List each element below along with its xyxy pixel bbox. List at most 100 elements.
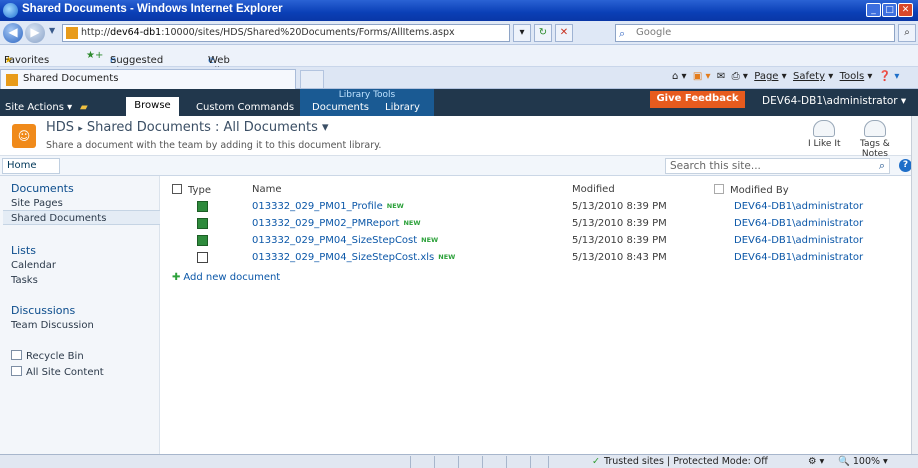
page-menu[interactable]: Page ▾ bbox=[754, 71, 786, 82]
browser-tab-row: Shared Documents ⌂ ▾ ▣ ▾ ✉ ⎙ ▾ Page ▾ Sa… bbox=[0, 67, 918, 89]
document-name-link[interactable]: 013332_029_PM02_PMReport NEW bbox=[252, 218, 421, 229]
tools-menu[interactable]: Tools ▾ bbox=[840, 71, 873, 82]
safety-menu[interactable]: Safety ▾ bbox=[793, 71, 833, 82]
address-toolbar: ◀ ▶ ▼ http://dev64-db1:10000/sites/HDS/S… bbox=[0, 21, 918, 45]
tab-label: Shared Documents bbox=[23, 73, 119, 84]
tags-notes-icon bbox=[863, 120, 886, 137]
status-panel bbox=[506, 456, 507, 468]
add-new-document-link[interactable]: ✚ Add new document bbox=[172, 272, 280, 283]
tags-notes-button[interactable]: Tags & Notes bbox=[860, 120, 890, 159]
search-icon[interactable]: ⌕ bbox=[879, 159, 885, 173]
modified-by-link[interactable]: DEV64-DB1\administrator bbox=[734, 201, 863, 212]
recycle-bin-icon bbox=[11, 350, 22, 360]
tab-custom-commands[interactable]: Custom Commands bbox=[196, 102, 294, 113]
quick-launch-documents-heading[interactable]: Documents bbox=[11, 182, 74, 195]
document-name-link[interactable]: 013332_029_PM01_Profile NEW bbox=[252, 201, 404, 212]
search-go-button[interactable]: ⌕ bbox=[898, 24, 916, 42]
give-feedback-button[interactable]: Give Feedback bbox=[650, 91, 745, 108]
minimize-button[interactable]: _ bbox=[866, 3, 881, 17]
table-row[interactable]: 013332_029_PM04_SizeStepCost.xls NEW 5/13… bbox=[160, 250, 918, 266]
quick-launch-lists-heading[interactable]: Lists bbox=[11, 244, 36, 257]
sidebar-item-shared-documents[interactable]: Shared Documents bbox=[11, 213, 106, 224]
quick-launch: Documents Site Pages Shared Documents Li… bbox=[0, 176, 160, 454]
select-all-checkbox[interactable] bbox=[172, 184, 182, 194]
refresh-button[interactable]: ↻ bbox=[534, 24, 552, 42]
page-description: Share a document with the team by adding… bbox=[46, 140, 382, 151]
read-mail-icon[interactable]: ✉ bbox=[717, 71, 725, 82]
sidebar-item-tasks[interactable]: Tasks bbox=[11, 275, 38, 286]
command-bar: ⌂ ▾ ▣ ▾ ✉ ⎙ ▾ Page ▾ Safety ▾ Tools ▾ ❓ … bbox=[672, 71, 899, 82]
tab-library[interactable]: Library bbox=[385, 102, 420, 113]
tab-documents[interactable]: Documents bbox=[312, 102, 369, 113]
column-header-modified-by[interactable]: Modified By bbox=[714, 184, 789, 196]
vertical-scrollbar[interactable] bbox=[911, 116, 918, 454]
tab-shared-documents[interactable]: Shared Documents bbox=[0, 69, 296, 89]
document-file-icon bbox=[197, 235, 208, 246]
page-header: ☺ HDS ▸ Shared Documents : All Documents… bbox=[0, 116, 918, 159]
breadcrumb-site-link[interactable]: HDS bbox=[46, 120, 74, 135]
back-button[interactable]: ◀ bbox=[3, 23, 23, 43]
add-to-favorites-icon[interactable]: ★+ bbox=[86, 50, 103, 61]
modified-by-link[interactable]: DEV64-DB1\administrator bbox=[734, 252, 863, 263]
forward-button[interactable]: ▶ bbox=[25, 23, 45, 43]
sidebar-item-recycle-bin[interactable]: Recycle Bin bbox=[11, 350, 84, 362]
browser-search-input[interactable]: ⌕ Google bbox=[615, 24, 895, 42]
top-nav-home-link[interactable]: Home bbox=[2, 158, 60, 174]
sidebar-item-calendar[interactable]: Calendar bbox=[11, 260, 56, 271]
status-panel bbox=[410, 456, 411, 468]
new-tab-button[interactable] bbox=[300, 70, 324, 89]
modified-date: 5/13/2010 8:43 PM bbox=[572, 252, 667, 263]
search-provider-label: Google bbox=[636, 27, 672, 38]
breadcrumb: HDS ▸ Shared Documents : All Documents ▾ bbox=[46, 120, 329, 135]
address-dropdown-button[interactable]: ▾ bbox=[513, 24, 531, 42]
modified-date: 5/13/2010 8:39 PM bbox=[572, 235, 667, 246]
print-icon[interactable]: ⎙ ▾ bbox=[732, 71, 748, 82]
document-name-link[interactable]: 013332_029_PM04_SizeStepCost.xls NEW bbox=[252, 252, 455, 263]
tab-browse[interactable]: Browse bbox=[126, 97, 179, 116]
ie-logo-icon bbox=[3, 3, 18, 18]
stop-button[interactable]: ✕ bbox=[555, 24, 573, 42]
site-actions-menu[interactable]: Site Actions ▾ bbox=[5, 102, 72, 113]
quick-launch-discussions-heading[interactable]: Discussions bbox=[11, 304, 75, 317]
address-field[interactable]: http://dev64-db1:10000/sites/HDS/Shared%… bbox=[62, 24, 510, 42]
help-menu-icon[interactable]: ❓ ▾ bbox=[879, 71, 900, 82]
table-row[interactable]: 013332_029_PM04_SizeStepCost NEW 5/13/201… bbox=[160, 233, 918, 249]
breadcrumb-list-link[interactable]: Shared Documents bbox=[87, 120, 211, 135]
home-icon[interactable]: ⌂ ▾ bbox=[672, 71, 687, 82]
column-header-name[interactable]: Name bbox=[252, 184, 282, 195]
security-zone-status[interactable]: ✓ Trusted sites | Protected Mode: Off bbox=[592, 456, 768, 467]
close-button[interactable]: ✕ bbox=[898, 3, 913, 17]
zone-settings-icon[interactable]: ⚙ ▾ bbox=[808, 456, 824, 467]
zoom-level[interactable]: 🔍 100% ▾ bbox=[838, 456, 888, 467]
sidebar-item-team-discussion[interactable]: Team Discussion bbox=[11, 320, 94, 331]
modified-by-link[interactable]: DEV64-DB1\administrator bbox=[734, 218, 863, 229]
modified-date: 5/13/2010 8:39 PM bbox=[572, 201, 667, 212]
recent-pages-dropdown-icon[interactable]: ▼ bbox=[49, 26, 55, 35]
new-badge: NEW bbox=[386, 202, 404, 210]
favorites-bar: ★ Favorites ★+ e Suggested Sites ▾ e Web… bbox=[0, 45, 918, 99]
column-header-type[interactable]: Type bbox=[172, 184, 211, 196]
status-panel bbox=[434, 456, 435, 468]
filter-checkbox[interactable] bbox=[714, 184, 724, 194]
site-logo-icon: ☺ bbox=[12, 124, 36, 148]
all-site-content-icon bbox=[11, 366, 22, 376]
user-menu[interactable]: DEV64-DB1\administrator ▾ bbox=[762, 95, 906, 107]
document-name-link[interactable]: 013332_029_PM04_SizeStepCost NEW bbox=[252, 235, 438, 246]
column-header-modified[interactable]: Modified bbox=[572, 184, 615, 195]
new-badge: NEW bbox=[403, 219, 421, 227]
maximize-button[interactable]: □ bbox=[882, 3, 897, 17]
sidebar-item-all-site-content[interactable]: All Site Content bbox=[11, 366, 104, 378]
site-search-input[interactable]: Search this site... ⌕ bbox=[665, 158, 890, 174]
navigate-up-icon[interactable]: ▰ bbox=[80, 102, 88, 113]
table-row[interactable]: 013332_029_PM01_Profile NEW 5/13/2010 8:3… bbox=[160, 199, 918, 215]
table-row[interactable]: 013332_029_PM02_PMReport NEW 5/13/2010 8:… bbox=[160, 216, 918, 232]
sharepoint-ribbon: Site Actions ▾ ▰ Browse Custom Commands … bbox=[0, 89, 918, 116]
document-file-icon bbox=[197, 218, 208, 229]
view-selector-menu[interactable]: : All Documents ▾ bbox=[215, 120, 329, 135]
new-badge: NEW bbox=[421, 236, 439, 244]
feeds-icon[interactable]: ▣ ▾ bbox=[693, 71, 711, 82]
sidebar-item-site-pages[interactable]: Site Pages bbox=[11, 198, 63, 209]
i-like-it-button[interactable]: I Like It bbox=[808, 120, 841, 149]
url-path: :10000/sites/HDS/Shared%20Documents/Form… bbox=[161, 27, 455, 38]
modified-by-link[interactable]: DEV64-DB1\administrator bbox=[734, 235, 863, 246]
